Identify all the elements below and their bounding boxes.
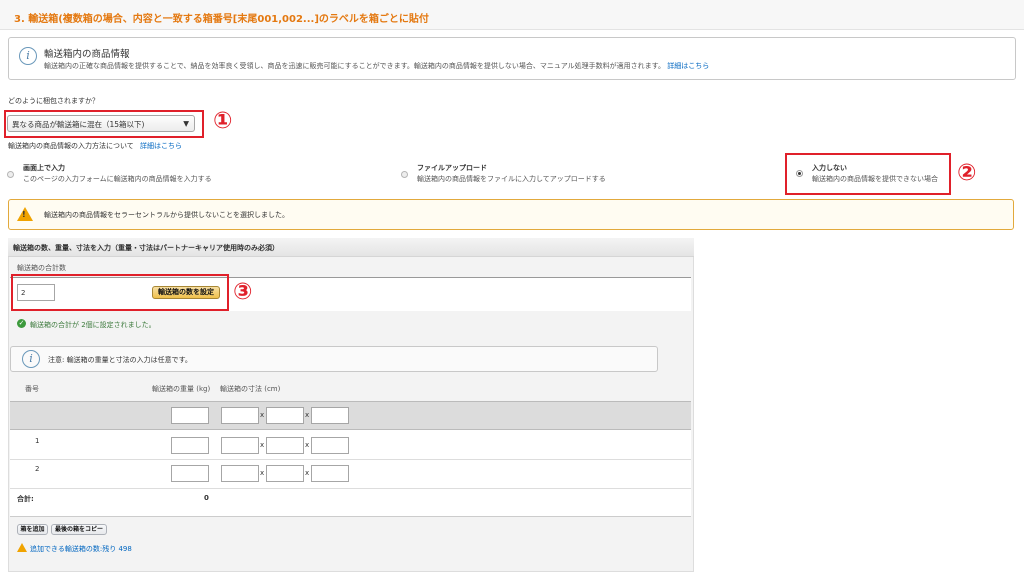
info-title: 輸送箱内の商品情報: [44, 49, 130, 60]
section-title: 3. 輸送箱(複数箱の場合、内容と一致する箱番号[末尾001,002...]のラ…: [14, 14, 429, 25]
set-box-count-button[interactable]: 輸送箱の数を設定: [152, 286, 220, 299]
copy-last-box-button[interactable]: 最後の箱をコピー: [51, 524, 107, 535]
col-weight: 輸送箱の重量 (kg): [152, 385, 211, 393]
info-box: [8, 37, 1016, 80]
option-upload-title: ファイルアップロード: [417, 164, 487, 172]
method-label: 輸送箱内の商品情報の入力方法について: [8, 142, 134, 150]
box-count-label: 輸送箱の合計数: [17, 264, 66, 272]
box-count-input[interactable]: 2: [17, 284, 55, 301]
height-input[interactable]: [311, 465, 349, 482]
chevron-down-icon: ▼: [183, 119, 189, 128]
width-input[interactable]: [266, 465, 304, 482]
option-noinput-title: 入力しない: [812, 164, 847, 172]
row-number: 2: [35, 465, 40, 473]
info-icon: i: [22, 350, 40, 368]
remaining-boxes: 追加できる輸送箱の数:残り 498: [30, 545, 132, 553]
total-weight: 0: [204, 494, 209, 502]
total-label: 合計:: [17, 495, 34, 503]
radio-no-input[interactable]: [796, 170, 803, 177]
boxes-panel-title: 輸送箱の数、重量、寸法を入力（重量・寸法はパートナーキャリア使用時のみ必須）: [13, 244, 279, 252]
width-input[interactable]: [266, 437, 304, 454]
method-detail-link[interactable]: 詳細はこちら: [140, 142, 182, 150]
radio-manual-entry[interactable]: [7, 171, 14, 178]
packing-type-select[interactable]: 異なる商品が輸送箱に混在（15箱以下) ▼: [7, 115, 195, 132]
height-input[interactable]: [311, 437, 349, 454]
box-count-value: 2: [21, 289, 26, 297]
width-input-all[interactable]: [266, 407, 304, 424]
packing-question: どのように梱包されますか？: [8, 97, 99, 105]
note-text: 注意: 輸送箱の重量と寸法の入力は任意です。: [48, 356, 192, 364]
table-apply-all-row: [10, 401, 691, 430]
warning-icon: !: [17, 207, 33, 221]
add-box-button[interactable]: 箱を追加: [17, 524, 48, 535]
height-input-all[interactable]: [311, 407, 349, 424]
option-noinput-desc: 輸送箱内の商品情報を提供できない場合: [812, 175, 938, 183]
warning-icon: [17, 543, 27, 552]
option-manual-desc: このページの入力フォームに輸送箱内の商品情報を入力する: [23, 175, 212, 183]
col-dims: 輸送箱の寸法 (cm): [220, 385, 281, 393]
check-circle-icon: ✓: [17, 319, 26, 328]
length-input[interactable]: [221, 437, 259, 454]
weight-input-all[interactable]: [171, 407, 209, 424]
info-detail-link[interactable]: 詳細はこちら: [667, 62, 709, 70]
info-icon: i: [19, 47, 37, 65]
length-input-all[interactable]: [221, 407, 259, 424]
warning-text: 輸送箱内の商品情報をセラーセントラルから提供しないことを選択しました。: [44, 211, 289, 219]
packing-type-value: 異なる商品が輸送箱に混在（15箱以下): [12, 120, 145, 129]
option-manual-title: 画面上で入力: [23, 164, 65, 172]
col-number: 番号: [25, 385, 39, 393]
callout-number-2: ②: [957, 160, 977, 186]
length-input[interactable]: [221, 465, 259, 482]
weight-input[interactable]: [171, 437, 209, 454]
radio-file-upload[interactable]: [401, 171, 408, 178]
success-message: 輸送箱の合計が 2個に設定されました。: [30, 321, 156, 329]
callout-number-3: ③: [233, 279, 253, 305]
row-number: 1: [35, 437, 40, 445]
option-upload-desc: 輸送箱内の商品情報をファイルに入力してアップロードする: [417, 175, 606, 183]
weight-input[interactable]: [171, 465, 209, 482]
callout-number-1: ①: [213, 108, 233, 134]
info-description: 輸送箱内の正確な商品情報を提供することで、納品を効率良く受領し、商品を迅速に販売…: [44, 62, 665, 70]
